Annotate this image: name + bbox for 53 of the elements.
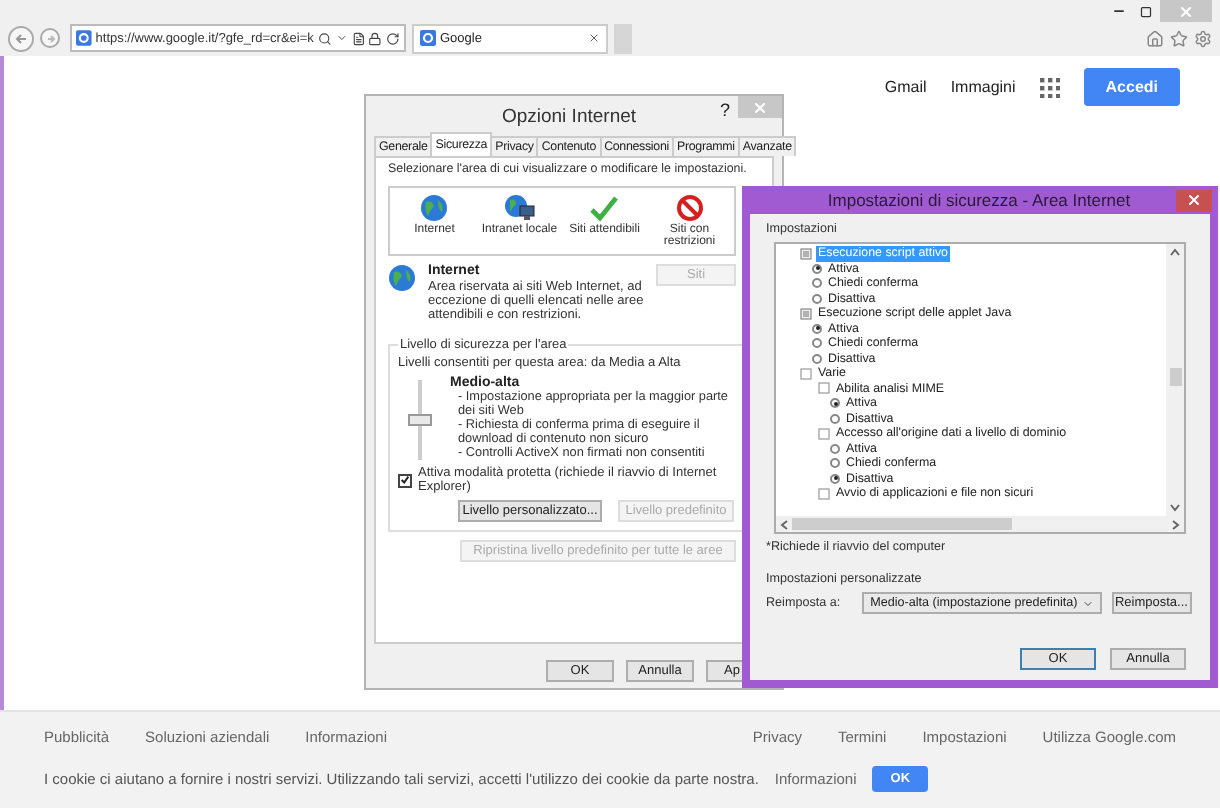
back-arrow-icon (14, 31, 28, 45)
refresh-icon[interactable] (386, 31, 400, 45)
close-button[interactable] (1176, 189, 1212, 211)
help-button[interactable]: ? (711, 96, 738, 120)
scroll-right-icon[interactable] (1172, 519, 1180, 529)
sign-in-button[interactable]: Accedi (1083, 68, 1180, 106)
close-tab-icon[interactable] (588, 32, 600, 44)
horizontal-scrollbar[interactable] (776, 516, 1184, 532)
home-icon[interactable] (1146, 29, 1164, 47)
radio-button[interactable] (830, 443, 840, 454)
dropdown-icon[interactable] (335, 32, 348, 44)
close-icon (1186, 192, 1202, 208)
scrollbar-thumb[interactable] (1169, 368, 1181, 386)
dialog-title: Impostazioni di sicurezza - Area Internet (825, 190, 1133, 210)
radio-button[interactable] (830, 458, 840, 469)
globe-icon (420, 194, 449, 222)
scroll-up-icon[interactable] (1170, 248, 1180, 256)
radio-button[interactable] (812, 293, 822, 304)
close-icon (1178, 3, 1194, 19)
maximize-icon (1140, 5, 1152, 17)
header-link[interactable]: Gmail (884, 78, 927, 96)
vertical-scrollbar[interactable] (1166, 244, 1184, 516)
forward-arrow-icon (45, 33, 55, 43)
minimize-icon (1111, 4, 1125, 18)
globe-monitor-icon (503, 194, 536, 222)
security-level-slider[interactable] (406, 380, 434, 460)
favorites-star-icon[interactable] (1170, 29, 1188, 47)
globe-icon (388, 264, 416, 292)
page-icon[interactable] (351, 31, 365, 45)
no-entry-icon (675, 194, 704, 222)
search-icon[interactable] (317, 31, 332, 45)
back-button[interactable] (8, 25, 34, 51)
lock-icon[interactable] (368, 31, 383, 45)
radio-button[interactable] (812, 263, 822, 274)
dialog-title: Opzioni Internet (499, 104, 639, 128)
dropdown-icon (1081, 597, 1094, 609)
scroll-left-icon[interactable] (780, 519, 788, 529)
check-icon (590, 194, 619, 222)
header-link[interactable]: Immagini (950, 78, 1016, 96)
scroll-down-icon[interactable] (1170, 504, 1180, 512)
slider-thumb[interactable] (408, 414, 432, 426)
radio-button[interactable] (830, 413, 840, 424)
close-icon (752, 99, 768, 115)
radio-button[interactable] (812, 278, 822, 289)
radio-button[interactable] (812, 323, 822, 334)
radio-button[interactable] (812, 353, 822, 364)
radio-button[interactable] (830, 473, 840, 484)
apps-grid-icon[interactable] (1039, 77, 1060, 97)
forward-button[interactable] (40, 28, 60, 48)
radio-button[interactable] (830, 398, 840, 409)
scrollbar-thumb[interactable] (792, 518, 1012, 530)
radio-button[interactable] (812, 338, 822, 349)
checkbox[interactable] (398, 473, 412, 487)
